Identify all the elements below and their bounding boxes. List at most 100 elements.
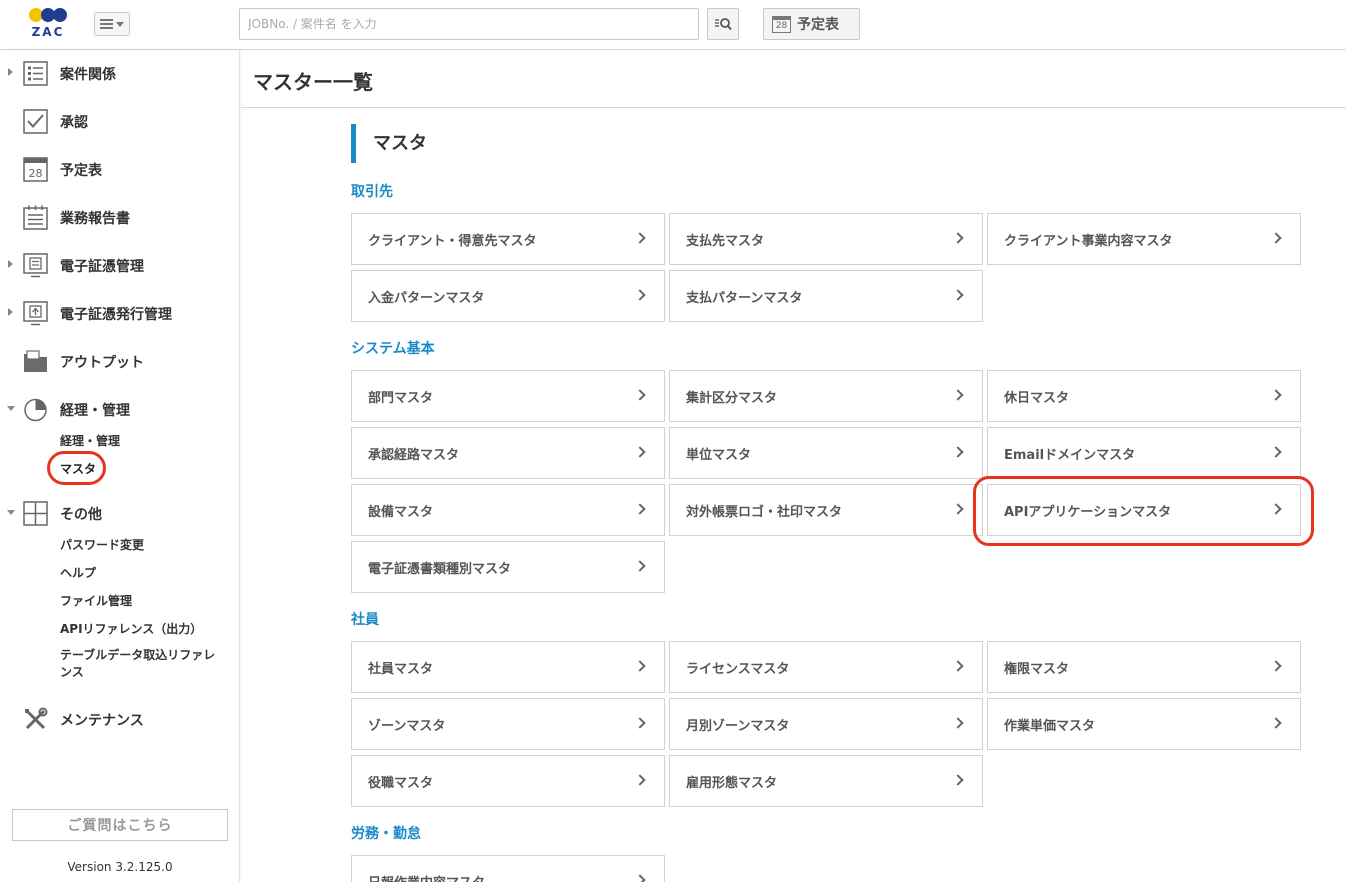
master-card[interactable]: ゾーンマスタ: [351, 698, 665, 750]
card-label: クライアント事業内容マスタ: [1004, 233, 1173, 249]
card-label: 社員マスタ: [368, 661, 434, 677]
chevron-right-icon: [952, 503, 964, 515]
card-label: 日報作業内容マスタ: [368, 872, 485, 882]
sidebar-item-e-voucher-issue[interactable]: 電子証憑発行管理: [0, 293, 240, 333]
card-label: ライセンスマスタ: [686, 661, 790, 677]
sidebar-subitem-api-reference[interactable]: APIリファレンス（出力）: [60, 620, 202, 637]
section-heading: マスタ: [351, 124, 427, 163]
master-card[interactable]: ライセンスマスタ: [669, 641, 983, 693]
sidebar-item-e-voucher[interactable]: 電子証憑管理: [0, 245, 240, 285]
top-header: ZAC 28 予定表: [0, 0, 1346, 50]
pie-chart-icon: [24, 398, 47, 422]
svg-text:28: 28: [29, 167, 43, 180]
hamburger-icon: [100, 19, 113, 29]
master-card[interactable]: 支払先マスタ: [669, 213, 983, 265]
master-card[interactable]: 承認経路マスタ: [351, 427, 665, 479]
chevron-right-icon: [1270, 503, 1282, 515]
sidebar-item-schedule[interactable]: 28 予定表: [0, 149, 240, 189]
chevron-right-icon: [634, 717, 646, 729]
collapse-arrow-icon[interactable]: [7, 510, 15, 515]
card-label: 休日マスタ: [1004, 390, 1070, 406]
chevron-right-icon: [634, 503, 646, 515]
plus-box-icon: [23, 501, 48, 526]
card-label: 入金パターンマスタ: [368, 290, 485, 306]
zac-logo[interactable]: ZAC: [28, 8, 68, 42]
sidebar-subitem-help[interactable]: ヘルプ: [60, 564, 96, 581]
expand-arrow-icon[interactable]: [8, 308, 13, 316]
expand-arrow-icon[interactable]: [8, 260, 13, 268]
collapse-arrow-icon[interactable]: [7, 406, 15, 411]
sidebar-subitem-accounting[interactable]: 経理・管理: [60, 432, 120, 449]
sidebar-item-label: 予定表: [60, 163, 102, 179]
card-label: 対外帳票ロゴ・社印マスタ: [686, 504, 843, 520]
master-card[interactable]: 休日マスタ: [987, 370, 1301, 422]
sidebar-subitem-password[interactable]: パスワード変更: [60, 536, 144, 553]
version-text: Version 3.2.125.0: [67, 860, 173, 874]
master-card[interactable]: 役職マスタ: [351, 755, 665, 807]
card-label: 作業単価マスタ: [1004, 718, 1096, 734]
search-list-icon: [715, 18, 732, 31]
master-card[interactable]: 権限マスタ: [987, 641, 1301, 693]
main-content: マスター一覧 マスタ 取引先 クライアント・得意先マスタ 支払先マスタ クライア…: [241, 50, 1346, 882]
document-monitor-icon: [23, 253, 48, 278]
sidebar-item-other[interactable]: その他: [0, 493, 240, 533]
sidebar-item-output[interactable]: アウトプット: [0, 341, 240, 381]
folder-icon: [24, 350, 47, 372]
master-card[interactable]: 入金パターンマスタ: [351, 270, 665, 322]
sidebar: 案件関係 承認 28 予定表 業務報告書 電子証憑管理 電子証憑発行管理 アウト…: [0, 50, 240, 882]
master-card[interactable]: 設備マスタ: [351, 484, 665, 536]
menu-toggle-button[interactable]: [94, 12, 130, 36]
job-search-input[interactable]: [239, 8, 699, 40]
schedule-button-label: 予定表: [797, 17, 839, 33]
master-card[interactable]: Emailドメインマスタ: [987, 427, 1301, 479]
card-label: 設備マスタ: [368, 504, 434, 520]
card-label: 雇用形態マスタ: [686, 775, 778, 791]
master-card[interactable]: 単位マスタ: [669, 427, 983, 479]
master-card[interactable]: クライアント事業内容マスタ: [987, 213, 1301, 265]
sidebar-item-label: 電子証憑発行管理: [60, 307, 172, 323]
master-card[interactable]: 月別ゾーンマスタ: [669, 698, 983, 750]
master-card[interactable]: 部門マスタ: [351, 370, 665, 422]
schedule-button[interactable]: 28 予定表: [763, 8, 860, 40]
sidebar-item-label: アウトプット: [60, 355, 144, 371]
sidebar-subitem-table-import-reference[interactable]: テーブルデータ取込リファレンス: [60, 647, 220, 681]
calendar-icon: 28: [23, 157, 48, 182]
sidebar-item-approval[interactable]: 承認: [0, 101, 240, 141]
master-card[interactable]: 作業単価マスタ: [987, 698, 1301, 750]
chevron-right-icon: [634, 446, 646, 458]
master-card[interactable]: 対外帳票ロゴ・社印マスタ: [669, 484, 983, 536]
chevron-right-icon: [634, 232, 646, 244]
master-card[interactable]: 社員マスタ: [351, 641, 665, 693]
caret-down-icon: [116, 21, 124, 27]
master-card-api-application[interactable]: APIアプリケーションマスタ: [987, 484, 1301, 536]
master-card[interactable]: 支払パターンマスタ: [669, 270, 983, 322]
sidebar-subitem-master[interactable]: マスタ: [60, 460, 96, 477]
logo-dot-blue-2: [53, 8, 67, 22]
sidebar-subitem-file-management[interactable]: ファイル管理: [60, 592, 132, 609]
sidebar-item-maintenance[interactable]: メンテナンス: [0, 699, 240, 739]
card-label: ゾーンマスタ: [368, 718, 446, 734]
logo-dots: [29, 8, 67, 22]
master-card[interactable]: 日報作業内容マスタ: [351, 855, 665, 882]
master-card[interactable]: 雇用形態マスタ: [669, 755, 983, 807]
chevron-right-icon: [1270, 717, 1282, 729]
master-card[interactable]: 集計区分マスタ: [669, 370, 983, 422]
tools-icon: [25, 707, 48, 730]
search-button[interactable]: [707, 8, 739, 40]
sidebar-item-label: その他: [60, 507, 102, 523]
chevron-right-icon: [634, 774, 646, 786]
sidebar-item-projects[interactable]: 案件関係: [0, 53, 240, 93]
chevron-right-icon: [1270, 232, 1282, 244]
card-label: クライアント・得意先マスタ: [368, 233, 537, 249]
group-title-employees: 社員: [351, 612, 379, 628]
master-card[interactable]: 電子証憑書類種別マスタ: [351, 541, 665, 593]
chevron-right-icon: [952, 446, 964, 458]
expand-arrow-icon[interactable]: [8, 68, 13, 76]
question-button[interactable]: ご質問はこちら: [12, 809, 228, 841]
sidebar-item-accounting[interactable]: 経理・管理: [0, 389, 240, 429]
checkbox-icon: [23, 109, 48, 134]
sidebar-item-report[interactable]: 業務報告書: [0, 197, 240, 237]
master-card[interactable]: クライアント・得意先マスタ: [351, 213, 665, 265]
chevron-right-icon: [952, 389, 964, 401]
chevron-right-icon: [952, 774, 964, 786]
